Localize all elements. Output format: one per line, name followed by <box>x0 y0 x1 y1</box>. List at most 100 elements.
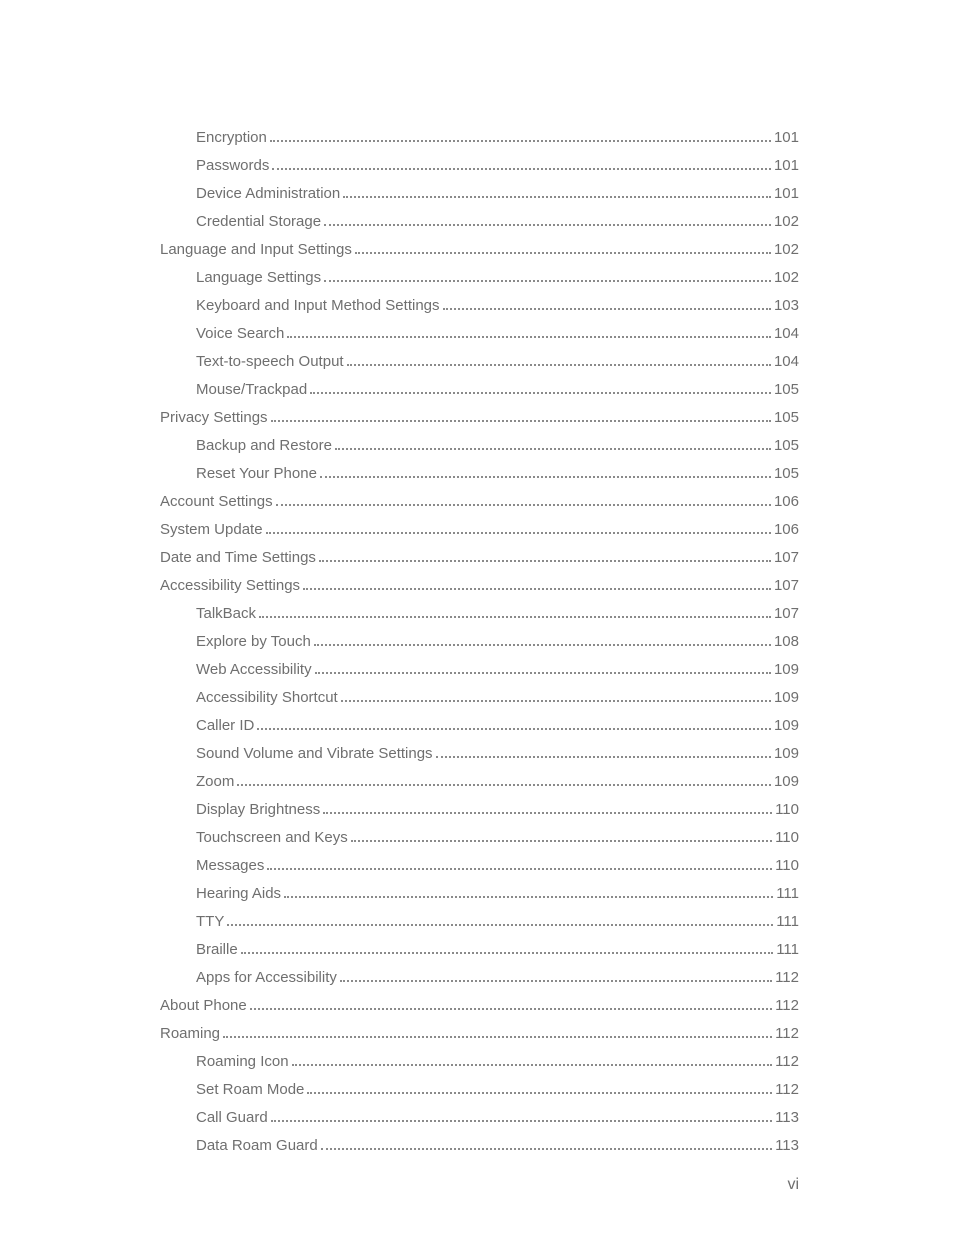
toc-entry-label: Web Accessibility <box>196 662 312 677</box>
toc-entry-label: Account Settings <box>160 494 273 509</box>
toc-leader-dots <box>355 252 771 254</box>
toc-entry-label: Encryption <box>196 130 267 145</box>
toc-leader-dots <box>341 700 771 702</box>
toc-entry-page: 102 <box>774 242 799 257</box>
toc-entry[interactable]: About Phone112 <box>160 998 799 1013</box>
toc-leader-dots <box>237 784 771 786</box>
toc-leader-dots <box>287 336 771 338</box>
toc-entry-page: 101 <box>774 158 799 173</box>
toc-leader-dots <box>271 1120 772 1122</box>
toc-entry-page: 112 <box>775 970 799 985</box>
toc-entry-page: 112 <box>775 1082 799 1097</box>
toc-entry[interactable]: Date and Time Settings107 <box>160 550 799 565</box>
toc-entry-label: TalkBack <box>196 606 256 621</box>
toc-entry-label: Device Administration <box>196 186 340 201</box>
toc-entry-label: Explore by Touch <box>196 634 311 649</box>
toc-entry-page: 103 <box>774 298 799 313</box>
toc-leader-dots <box>267 868 772 870</box>
toc-entry[interactable]: Hearing Aids111 <box>160 886 799 901</box>
toc-entry-page: 109 <box>774 718 799 733</box>
toc-entry-label: Touchscreen and Keys <box>196 830 348 845</box>
toc-entry[interactable]: Encryption101 <box>160 130 799 145</box>
toc-entry-page: 112 <box>775 1054 799 1069</box>
toc-entry[interactable]: Sound Volume and Vibrate Settings 109 <box>160 746 799 761</box>
toc-entry-label: Sound Volume and Vibrate Settings <box>196 746 433 761</box>
toc-entry-page: 105 <box>774 466 799 481</box>
toc-leader-dots <box>259 616 771 618</box>
toc-leader-dots <box>340 980 772 982</box>
toc-entry[interactable]: Caller ID109 <box>160 718 799 733</box>
toc-entry[interactable]: Backup and Restore 105 <box>160 438 799 453</box>
toc-entry[interactable]: Messages110 <box>160 858 799 873</box>
toc-entry[interactable]: Voice Search104 <box>160 326 799 341</box>
toc-leader-dots <box>241 952 774 954</box>
toc-entry[interactable]: Language and Input Settings 102 <box>160 242 799 257</box>
toc-entry-label: Call Guard <box>196 1110 268 1125</box>
toc-leader-dots <box>347 364 771 366</box>
toc-entry[interactable]: Keyboard and Input Method Settings 103 <box>160 298 799 313</box>
toc-leader-dots <box>307 1092 772 1094</box>
toc-entry[interactable]: Language Settings102 <box>160 270 799 285</box>
toc-entry[interactable]: Accessibility Settings107 <box>160 578 799 593</box>
toc-entry-label: Data Roam Guard <box>196 1138 318 1153</box>
toc-leader-dots <box>266 532 771 534</box>
toc-entry-label: Text-to-speech Output <box>196 354 344 369</box>
toc-entry-page: 106 <box>774 494 799 509</box>
toc-entry[interactable]: Data Roam Guard113 <box>160 1138 799 1153</box>
toc-entry[interactable]: Zoom109 <box>160 774 799 789</box>
toc-leader-dots <box>324 224 771 226</box>
toc-entry-page: 108 <box>774 634 799 649</box>
toc-entry-label: Mouse/Trackpad <box>196 382 307 397</box>
toc-entry[interactable]: Passwords101 <box>160 158 799 173</box>
toc-entry-label: TTY <box>196 914 224 929</box>
toc-entry-page: 105 <box>774 410 799 425</box>
toc-entry[interactable]: Call Guard 113 <box>160 1110 799 1125</box>
toc-entry[interactable]: Roaming Icon112 <box>160 1054 799 1069</box>
toc-entry-page: 109 <box>774 690 799 705</box>
toc-entry-label: Messages <box>196 858 264 873</box>
toc-entry-page: 109 <box>774 746 799 761</box>
toc-entry[interactable]: Text-to-speech Output 104 <box>160 354 799 369</box>
toc-entry-page: 102 <box>774 214 799 229</box>
toc-entry[interactable]: Touchscreen and Keys 110 <box>160 830 799 845</box>
toc-entry[interactable]: Web Accessibility109 <box>160 662 799 677</box>
toc-entry[interactable]: TalkBack107 <box>160 606 799 621</box>
toc-entry[interactable]: Braille111 <box>160 942 799 957</box>
page-container: Encryption101Passwords101Device Administ… <box>0 0 954 1235</box>
toc-entry[interactable]: Credential Storage102 <box>160 214 799 229</box>
toc-entry[interactable]: Set Roam Mode112 <box>160 1082 799 1097</box>
toc-entry[interactable]: Reset Your Phone105 <box>160 466 799 481</box>
toc-entry[interactable]: Explore by Touch 108 <box>160 634 799 649</box>
toc-entry[interactable]: Roaming112 <box>160 1026 799 1041</box>
toc-entry-label: Language and Input Settings <box>160 242 352 257</box>
toc-entry[interactable]: Apps for Accessibility 112 <box>160 970 799 985</box>
toc-leader-dots <box>271 420 771 422</box>
toc-entry[interactable]: Display Brightness110 <box>160 802 799 817</box>
toc-entry-page: 104 <box>774 354 799 369</box>
toc-entry-label: Backup and Restore <box>196 438 332 453</box>
toc-entry-label: Apps for Accessibility <box>196 970 337 985</box>
toc-entry-page: 104 <box>774 326 799 341</box>
toc-entry[interactable]: Privacy Settings105 <box>160 410 799 425</box>
toc-entry-label: Roaming <box>160 1026 220 1041</box>
toc-entry-page: 105 <box>774 438 799 453</box>
toc-entry[interactable]: Account Settings 106 <box>160 494 799 509</box>
toc-entry-page: 113 <box>775 1110 799 1125</box>
toc-entry-page: 107 <box>774 578 799 593</box>
toc-entry-page: 112 <box>775 998 799 1013</box>
table-of-contents: Encryption101Passwords101Device Administ… <box>160 130 799 1153</box>
toc-leader-dots <box>223 1036 772 1038</box>
toc-entry[interactable]: TTY111 <box>160 914 799 929</box>
toc-entry-page: 111 <box>776 886 799 901</box>
toc-entry[interactable]: Mouse/Trackpad105 <box>160 382 799 397</box>
toc-entry[interactable]: Device Administration 101 <box>160 186 799 201</box>
toc-entry-page: 101 <box>774 186 799 201</box>
toc-entry-page: 110 <box>775 830 799 845</box>
toc-leader-dots <box>257 728 771 730</box>
toc-entry-label: Accessibility Shortcut <box>196 690 338 705</box>
toc-entry-page: 110 <box>775 802 799 817</box>
toc-entry-label: Keyboard and Input Method Settings <box>196 298 440 313</box>
toc-leader-dots <box>272 168 771 170</box>
toc-entry[interactable]: Accessibility Shortcut 109 <box>160 690 799 705</box>
toc-entry[interactable]: System Update106 <box>160 522 799 537</box>
